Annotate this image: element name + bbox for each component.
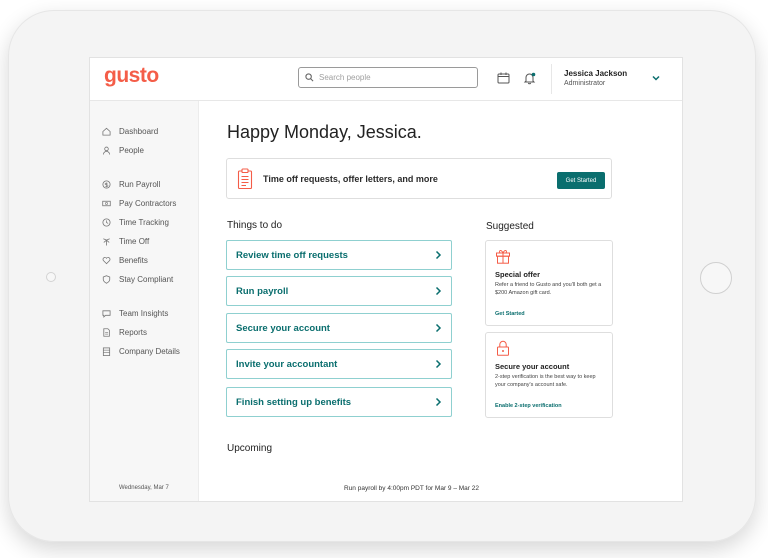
promo-banner: Time off requests, offer letters, and mo… [226, 158, 612, 199]
clipboard-icon [237, 168, 253, 190]
todo-finish-benefits[interactable]: Finish setting up benefits [226, 387, 452, 417]
document-icon [103, 327, 110, 337]
todo-label: Invite your accountant [236, 358, 338, 370]
sidebar-item-label: People [119, 145, 144, 155]
todo-review-time-off[interactable]: Review time off requests [226, 240, 452, 270]
todo-invite-accountant[interactable]: Invite your accountant [226, 349, 452, 379]
user-role: Administrator [564, 80, 606, 87]
todo-label: Secure your account [236, 322, 330, 334]
user-name[interactable]: Jessica Jackson [564, 69, 627, 78]
sidebar-item-team-insights[interactable]: Team Insights [102, 306, 168, 320]
home-button[interactable] [700, 262, 732, 294]
enable-2-step-link[interactable]: Enable 2-step verification [495, 403, 562, 409]
card-title: Special offer [495, 270, 541, 279]
sidebar-item-benefits[interactable]: Benefits [102, 253, 148, 267]
sidebar-item-label: Company Details [119, 346, 180, 356]
sidebar-item-label: Team Insights [119, 308, 169, 318]
get-started-button[interactable]: Get Started [557, 172, 605, 189]
card-body: Refer a friend to Gusto and you'll both … [495, 282, 602, 296]
clock-icon [102, 217, 111, 227]
app-screen: gusto Jessica Jackson Administrator Dash… [89, 57, 683, 502]
todo-run-payroll[interactable]: Run payroll [226, 276, 452, 306]
upcoming-title: Upcoming [227, 443, 273, 454]
sidebar-item-run-payroll[interactable]: Run Payroll [102, 177, 160, 191]
main-content: Happy Monday, Jessica. Time off requests… [198, 101, 682, 501]
sidebar-item-label: Time Tracking [119, 217, 169, 227]
upcoming-date: Wednesday, Mar 7 [119, 485, 169, 491]
chevron-right-icon [435, 286, 442, 296]
chevron-right-icon [435, 323, 442, 333]
gusto-logo[interactable]: gusto [104, 64, 159, 88]
suggested-title: Suggested [486, 221, 534, 232]
search-box[interactable] [298, 67, 478, 88]
chat-icon [102, 309, 111, 318]
search-input[interactable] [319, 73, 469, 82]
cash-icon [102, 200, 111, 206]
home-icon [102, 127, 111, 136]
gift-icon [496, 250, 510, 264]
get-started-link[interactable]: Get Started [495, 311, 525, 317]
shield-icon [102, 274, 111, 284]
todo-label: Run payroll [236, 285, 289, 297]
card-body: 2-step verification is the best way to k… [495, 374, 596, 388]
sidebar-item-label: Reports [119, 327, 148, 337]
chevron-right-icon [435, 397, 442, 407]
special-offer-card: Special offer Refer a friend to Gusto an… [485, 240, 613, 326]
sidebar-item-label: Pay Contractors [119, 198, 177, 208]
sidebar-item-reports[interactable]: Reports [102, 325, 147, 339]
sidebar-item-pay-contractors[interactable]: Pay Contractors [102, 196, 176, 210]
person-icon [102, 146, 111, 155]
sidebar-item-people[interactable]: People [102, 143, 144, 157]
chevron-down-icon[interactable] [650, 72, 662, 84]
todo-secure-account[interactable]: Secure your account [226, 313, 452, 343]
page-title: Happy Monday, Jessica. [227, 122, 422, 142]
chevron-right-icon [435, 250, 442, 260]
sidebar-item-label: Run Payroll [119, 179, 161, 189]
lock-icon [497, 340, 509, 356]
card-title: Secure your account [495, 362, 570, 371]
sidebar-item-stay-compliant[interactable]: Stay Compliant [102, 272, 173, 286]
camera [46, 272, 56, 282]
sidebar-item-label: Dashboard [119, 126, 159, 136]
building-icon [102, 346, 111, 356]
chevron-right-icon [435, 359, 442, 369]
secure-account-card: Secure your account 2-step verification … [485, 332, 613, 418]
sidebar-item-dashboard[interactable]: Dashboard [102, 124, 158, 138]
sidebar-item-time-off[interactable]: Time Off [102, 234, 149, 248]
heart-icon [102, 256, 111, 264]
sidebar-item-label: Time Off [119, 236, 150, 246]
banner-text: Time off requests, offer letters, and mo… [263, 174, 438, 184]
dollar-icon [102, 179, 111, 189]
sidebar-item-label: Stay Compliant [119, 274, 174, 284]
todo-label: Review time off requests [236, 249, 348, 261]
upcoming-event[interactable]: Run payroll by 4:00pm PDT for Mar 9 – Ma… [344, 485, 479, 492]
search-icon [305, 73, 314, 82]
things-to-do-title: Things to do [227, 220, 283, 231]
sidebar: Dashboard People Run Payroll Pay Contrac… [90, 101, 199, 501]
calendar-icon[interactable] [495, 70, 511, 86]
palm-icon [103, 237, 110, 246]
sidebar-item-label: Benefits [119, 255, 148, 265]
topbar-divider [551, 64, 552, 94]
top-bar: gusto Jessica Jackson Administrator [90, 58, 682, 101]
todo-label: Finish setting up benefits [236, 396, 352, 408]
sidebar-item-time-tracking[interactable]: Time Tracking [102, 215, 169, 229]
bell-icon[interactable] [521, 70, 537, 86]
sidebar-item-company-details[interactable]: Company Details [102, 344, 180, 358]
